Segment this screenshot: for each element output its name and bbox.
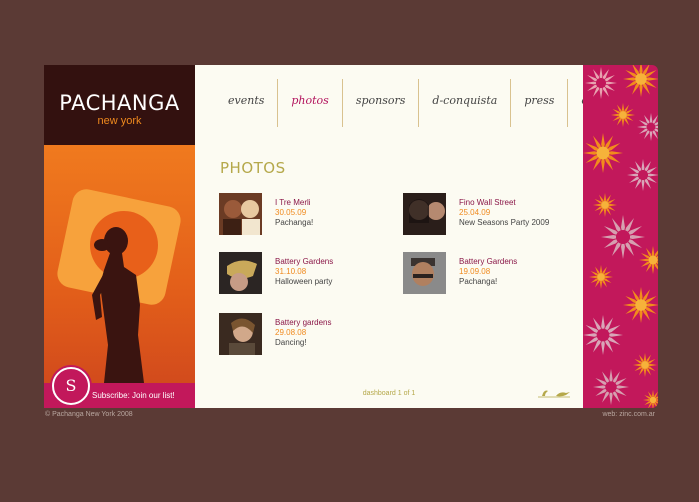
- album-info: I Tre Merli 30.05.09 Pachanga!: [275, 198, 313, 228]
- album-description: New Seasons Party 2009: [459, 218, 550, 227]
- album-title[interactable]: Battery Gardens: [275, 257, 333, 267]
- main-panel: events photos sponsors d-conquista press…: [195, 65, 623, 408]
- photo-album-item[interactable]: Fino Wall Street 25.04.09 New Seasons Pa…: [403, 193, 578, 239]
- copyright-text: © Pachanga New York 2008: [45, 411, 133, 418]
- photo-album-item[interactable]: Battery gardens 29.08.08 Dancing!: [219, 313, 394, 359]
- decorative-pattern-panel: [583, 65, 658, 408]
- album-date: 19.09.08: [459, 267, 491, 276]
- album-thumbnail[interactable]: [403, 193, 446, 235]
- pagination-text: dashboard 1 of 1: [362, 390, 416, 397]
- album-date: 30.05.09: [275, 208, 307, 217]
- web-credit-link[interactable]: web: zinc.com.ar: [602, 411, 655, 418]
- album-description: Dancing!: [275, 338, 307, 347]
- album-info: Battery Gardens 31.10.08 Halloween party: [275, 257, 333, 287]
- album-thumbnail[interactable]: [219, 252, 262, 294]
- brand-logo[interactable]: PACHANGA new york: [44, 65, 195, 145]
- album-title[interactable]: I Tre Merli: [275, 198, 313, 208]
- album-info: Fino Wall Street 25.04.09 New Seasons Pa…: [459, 198, 549, 228]
- album-date: 29.08.08: [275, 328, 307, 337]
- subscribe-link[interactable]: Subscribe: Join our list!: [92, 383, 175, 408]
- main-nav: events photos sponsors d-conquista press…: [215, 79, 636, 127]
- album-thumbnail[interactable]: [219, 193, 262, 235]
- album-info: Battery Gardens 19.09.08 Pachanga!: [459, 257, 517, 287]
- photo-album-item[interactable]: I Tre Merli 30.05.09 Pachanga!: [219, 193, 394, 239]
- photo-album-item[interactable]: Battery Gardens 31.10.08 Halloween party: [219, 252, 394, 298]
- album-title[interactable]: Battery Gardens: [459, 257, 517, 267]
- subscribe-bar[interactable]: S Subscribe: Join our list!: [44, 367, 195, 408]
- birds-icon: [536, 383, 572, 404]
- album-description: Halloween party: [275, 277, 333, 286]
- album-description: Pachanga!: [275, 218, 314, 227]
- site-container: PACHANGA new york S Subscribe: Join our …: [44, 65, 658, 408]
- album-title[interactable]: Fino Wall Street: [459, 198, 549, 208]
- subscribe-icon[interactable]: S: [52, 367, 90, 405]
- nav-photos[interactable]: photos: [278, 79, 343, 127]
- brand-subtitle: new york: [97, 115, 142, 127]
- album-title[interactable]: Battery gardens: [275, 318, 331, 328]
- page-title: PHOTOS: [220, 159, 286, 177]
- album-thumbnail[interactable]: [219, 313, 262, 355]
- brand-name: PACHANGA: [59, 91, 180, 115]
- woman-silhouette-image: [57, 189, 181, 383]
- album-date: 31.10.08: [275, 267, 307, 276]
- hero-illustration: [44, 145, 195, 383]
- left-column: PACHANGA new york S Subscribe: Join our …: [44, 65, 195, 408]
- album-thumbnail[interactable]: [403, 252, 446, 294]
- album-date: 25.04.09: [459, 208, 491, 217]
- flower-pattern-image: [583, 65, 658, 408]
- photo-album-item[interactable]: Battery Gardens 19.09.08 Pachanga!: [403, 252, 578, 298]
- nav-events[interactable]: events: [215, 79, 279, 127]
- nav-press[interactable]: press: [511, 79, 569, 127]
- nav-d-conquista[interactable]: d-conquista: [419, 79, 512, 127]
- album-description: Pachanga!: [459, 277, 498, 286]
- album-info: Battery gardens 29.08.08 Dancing!: [275, 318, 331, 348]
- nav-sponsors[interactable]: sponsors: [343, 79, 420, 127]
